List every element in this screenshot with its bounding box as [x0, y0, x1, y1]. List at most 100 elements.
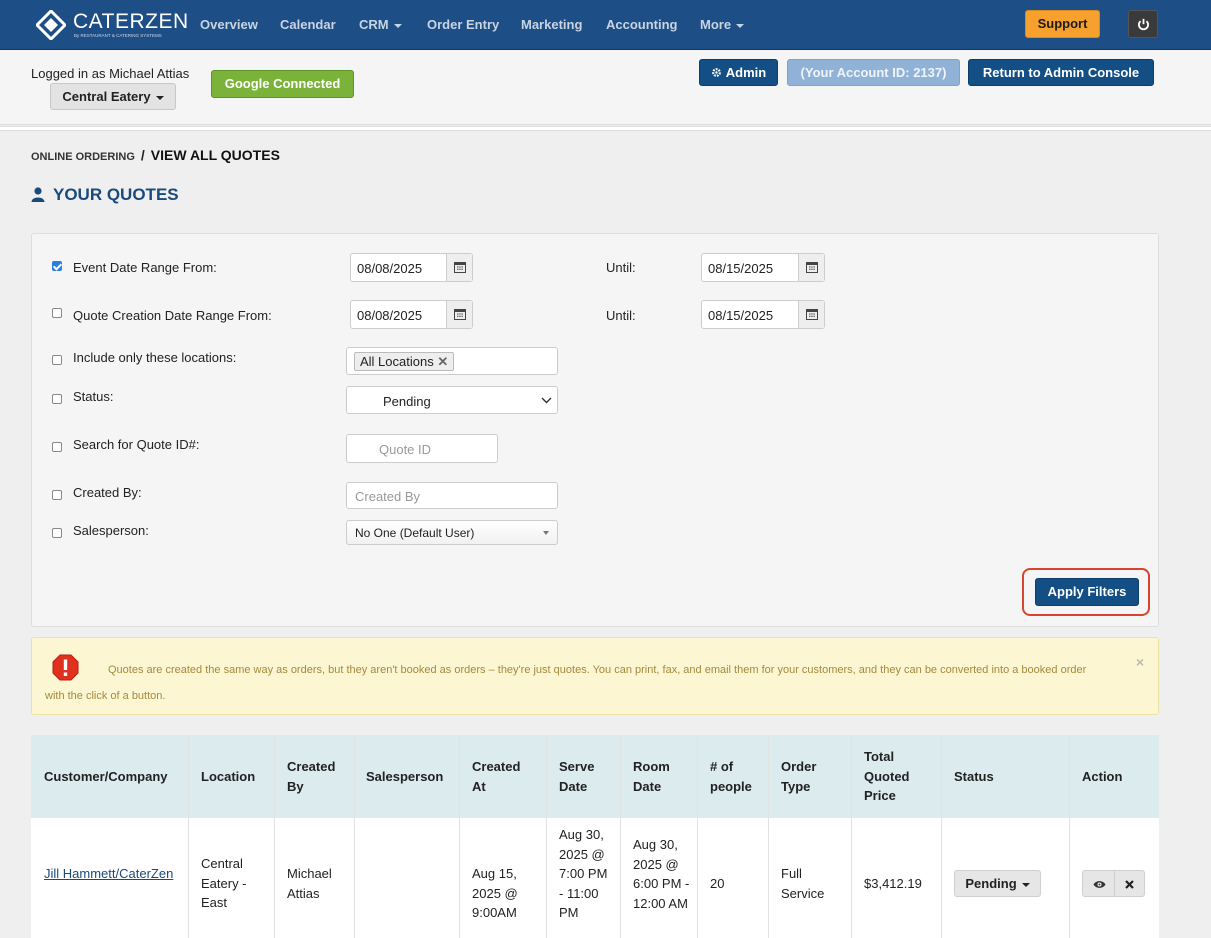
quote-creation-until-input[interactable]: 08/15/2025: [701, 300, 825, 329]
column-header-created-by[interactable]: Created By: [287, 757, 347, 796]
gear-icon: [711, 68, 721, 77]
nav-more[interactable]: More: [700, 17, 745, 32]
row-created-at: Aug 15, 2025 @ 9:00AM: [472, 866, 518, 920]
logo-diamond-icon: [36, 10, 66, 40]
nav-calendar[interactable]: Calendar: [280, 17, 336, 32]
salesperson-checkbox[interactable]: [52, 528, 62, 538]
close-icon: [1125, 880, 1134, 889]
breadcrumb-current: VIEW ALL QUOTES: [150, 147, 280, 163]
column-divider: [851, 735, 852, 938]
locations-checkbox[interactable]: [52, 355, 62, 365]
return-admin-console-button[interactable]: Return to Admin Console: [968, 59, 1154, 86]
column-header-status[interactable]: Status: [954, 767, 994, 787]
calendar-button[interactable]: [798, 254, 824, 281]
chevron-down-icon: [393, 23, 402, 28]
column-divider: [768, 735, 769, 938]
google-connected-button[interactable]: Google Connected: [211, 70, 354, 98]
quotes-table: Customer/Company Location Created By Sal…: [31, 735, 1159, 938]
row-total: $3,412.19: [864, 876, 922, 891]
event-date-until-input[interactable]: 08/15/2025: [701, 253, 825, 282]
location-tag-label: All Locations: [360, 354, 434, 369]
nav-order-entry[interactable]: Order Entry: [427, 17, 499, 32]
event-date-from-input[interactable]: 08/08/2025: [350, 253, 473, 282]
locations-multiselect[interactable]: All Locations ✕: [346, 347, 558, 375]
quote-id-input[interactable]: Quote ID: [346, 434, 498, 463]
row-room-date: Aug 30, 2025 @ 6:00 PM - 12:00 AM: [633, 837, 690, 911]
account-bar-divider: [0, 126, 1211, 131]
eye-icon: [1093, 881, 1106, 888]
nav-marketing[interactable]: Marketing: [521, 17, 582, 32]
column-divider: [697, 735, 698, 938]
column-divider: [1069, 735, 1070, 938]
location-dropdown[interactable]: Central Eatery: [50, 83, 176, 110]
power-button[interactable]: [1128, 10, 1158, 38]
chevron-down-icon: [541, 397, 552, 404]
user-icon: [31, 187, 45, 202]
status-dropdown-label: Pending: [965, 876, 1017, 891]
close-icon[interactable]: ×: [1136, 654, 1144, 670]
row-serve-date: Aug 30, 2025 @ 7:00 PM - 11:00 PM: [559, 827, 608, 920]
support-button[interactable]: Support: [1025, 10, 1100, 38]
created-by-placeholder: Created By: [355, 489, 421, 504]
admin-label: Admin: [725, 65, 767, 80]
column-divider: [620, 735, 621, 938]
event-date-checkbox[interactable]: [52, 261, 62, 271]
breadcrumb-parent[interactable]: ONLINE ORDERING: [31, 151, 135, 163]
delete-quote-button[interactable]: [1114, 870, 1145, 897]
chevron-down-icon: [1021, 882, 1030, 887]
view-quote-button[interactable]: [1082, 870, 1115, 897]
apply-filters-button[interactable]: Apply Filters: [1035, 578, 1139, 606]
status-select[interactable]: Pending: [346, 386, 558, 414]
column-header-location[interactable]: Location: [201, 767, 255, 787]
salesperson-select[interactable]: No One (Default User): [346, 520, 558, 545]
brand-name: CATERZEN: [73, 10, 189, 33]
column-header-room-date[interactable]: Room Date: [633, 757, 683, 796]
column-divider: [459, 735, 460, 938]
column-header-salesperson[interactable]: Salesperson: [366, 767, 443, 787]
column-header-people[interactable]: # of people: [710, 757, 760, 796]
calendar-button[interactable]: [798, 301, 824, 328]
calendar-button[interactable]: [446, 301, 472, 328]
page-title: YOUR QUOTES: [31, 185, 179, 205]
nav-crm[interactable]: CRM: [359, 17, 402, 32]
chevron-down-icon: [543, 531, 549, 535]
quotes-info-alert: Quotes are created the same way as order…: [31, 637, 1159, 715]
column-divider: [546, 735, 547, 938]
nav-overview[interactable]: Overview: [200, 17, 258, 32]
calendar-icon: [454, 309, 466, 320]
status-checkbox[interactable]: [52, 394, 62, 404]
nav-accounting[interactable]: Accounting: [606, 17, 678, 32]
admin-button[interactable]: Admin: [699, 59, 778, 86]
column-header-serve-date[interactable]: Serve Date: [559, 757, 609, 796]
column-header-action[interactable]: Action: [1082, 767, 1122, 787]
column-header-total[interactable]: Total Quoted Price: [864, 747, 934, 806]
status-dropdown-button[interactable]: Pending: [954, 870, 1041, 897]
locations-label: Include only these locations:: [73, 350, 237, 365]
quote-creation-checkbox[interactable]: [52, 308, 62, 318]
column-header-customer[interactable]: Customer/Company: [44, 767, 168, 787]
salesperson-value: No One (Default User): [355, 526, 475, 540]
created-by-checkbox[interactable]: [52, 490, 62, 500]
quote-creation-from-value: 08/08/2025: [357, 308, 423, 323]
quote-creation-from-input[interactable]: 08/08/2025: [350, 300, 473, 329]
alert-text: Quotes are created the same way as order…: [45, 664, 1087, 702]
event-date-from-value: 08/08/2025: [357, 261, 423, 276]
column-header-order-type[interactable]: Order Type: [781, 757, 831, 796]
quote-id-checkbox[interactable]: [52, 442, 62, 452]
created-by-label: Created By:: [73, 485, 142, 500]
row-created-by: Michael Attias: [287, 866, 332, 901]
top-navbar: CATERZEN By RESTAURANT & CATERING SYSTEM…: [0, 0, 1211, 50]
customer-link[interactable]: Jill Hammett/CaterZen: [44, 864, 174, 884]
column-header-created-at[interactable]: Created At: [472, 757, 532, 796]
caterzen-logo[interactable]: CATERZEN By RESTAURANT & CATERING SYSTEM…: [36, 9, 188, 41]
event-date-until-label: Until:: [606, 260, 636, 275]
calendar-button[interactable]: [446, 254, 472, 281]
remove-tag-icon[interactable]: ✕: [437, 354, 448, 369]
quote-id-label: Search for Quote ID#:: [73, 437, 200, 452]
account-id-button[interactable]: (Your Account ID: 2137): [787, 59, 960, 86]
breadcrumb: ONLINE ORDERING / VIEW ALL QUOTES: [31, 147, 280, 163]
power-icon: [1138, 18, 1149, 31]
row-people: 20: [710, 876, 725, 891]
location-label: Central Eatery: [62, 89, 151, 104]
created-by-input[interactable]: Created By: [346, 482, 558, 509]
